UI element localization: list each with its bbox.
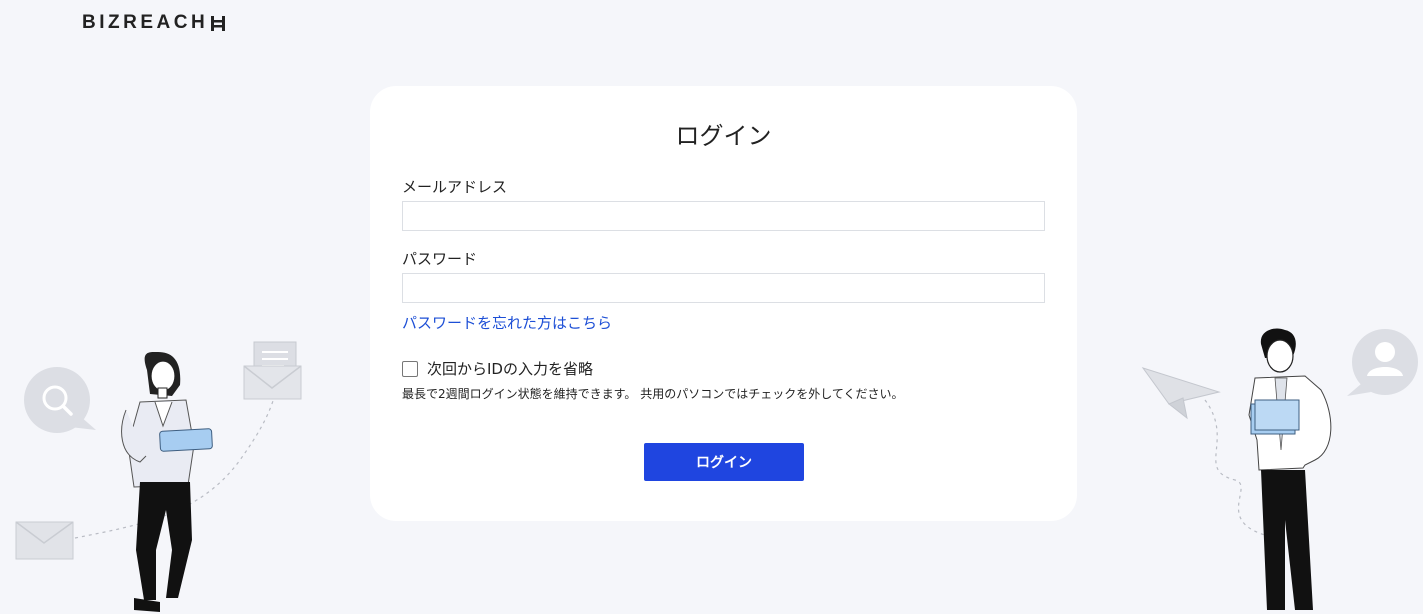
bizreach-logo[interactable]: BIZREACH xyxy=(82,12,226,34)
email-field[interactable] xyxy=(402,201,1045,231)
paper-plane-icon xyxy=(1141,367,1221,420)
password-field[interactable] xyxy=(402,273,1045,303)
login-button[interactable]: ログイン xyxy=(644,443,804,481)
remember-note: 最長で2週間ログイン状態を維持できます。 共用のパソコンではチェックを外してくだ… xyxy=(402,387,904,401)
man-with-folder xyxy=(1248,328,1332,610)
woman-with-tablet xyxy=(121,351,213,612)
login-card: ログイン メールアドレス パスワード パスワードを忘れた方はこちら 次回からID… xyxy=(370,86,1077,521)
user-icon xyxy=(1347,329,1418,396)
search-icon xyxy=(24,367,96,433)
left-illustration xyxy=(15,341,302,612)
forgot-password-link[interactable]: パスワードを忘れた方はこちら xyxy=(402,312,612,333)
mail-icon xyxy=(243,341,302,400)
logo-text: BIZREACH xyxy=(82,12,209,33)
remember-label: 次回からIDの入力を省略 xyxy=(427,360,593,378)
page-title: ログイン xyxy=(675,122,772,150)
logo-mark-icon xyxy=(211,15,226,31)
remember-checkbox[interactable] xyxy=(402,360,418,377)
password-label: パスワード xyxy=(402,250,478,268)
remember-me[interactable]: 次回からIDの入力を省略 xyxy=(402,358,593,379)
email-label: メールアドレス xyxy=(402,178,508,196)
envelope-icon xyxy=(15,521,74,560)
right-illustration xyxy=(1141,328,1418,610)
